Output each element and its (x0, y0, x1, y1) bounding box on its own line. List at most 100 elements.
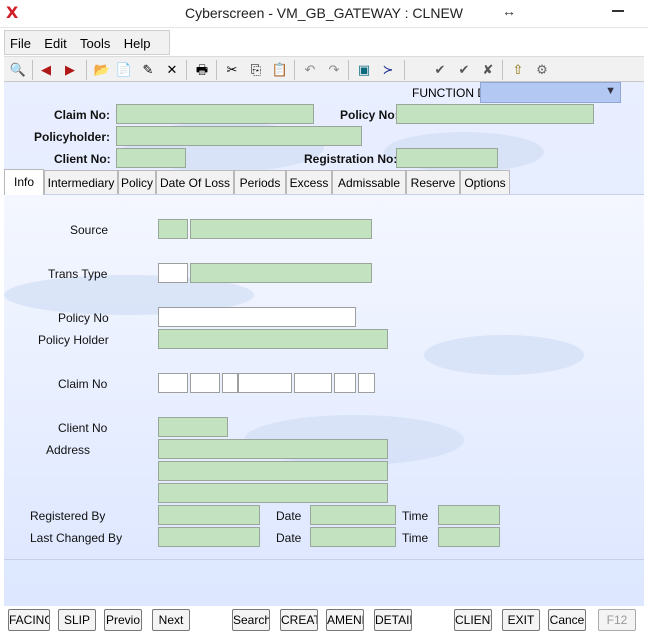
source-label: Source (70, 223, 109, 237)
client-no-field[interactable] (116, 148, 186, 168)
undo-icon[interactable]: ↶ (300, 60, 320, 80)
check-icon[interactable]: ✔ (430, 60, 450, 80)
policyholder-label: Policyholder: (34, 130, 111, 144)
detail-button[interactable]: DETAIL (374, 609, 412, 631)
claim-no-segment[interactable] (238, 373, 292, 393)
registration-no-label: Registration No: (304, 152, 398, 166)
claim-no-segment[interactable] (358, 373, 375, 393)
registered-time-field[interactable] (438, 505, 500, 525)
exit-button[interactable]: EXIT (502, 609, 540, 631)
pen-icon[interactable]: ✎ (138, 60, 158, 80)
address-line-1[interactable] (158, 439, 388, 459)
tab-date-of-loss[interactable]: Date Of Loss (156, 170, 234, 194)
background-cloud (424, 335, 584, 375)
search-button[interactable]: Search (232, 609, 270, 631)
last-changed-date-field[interactable] (310, 527, 396, 547)
policy-no-field[interactable] (396, 104, 594, 124)
registered-time-label: Time (402, 509, 429, 523)
menu-edit[interactable]: Edit (39, 31, 71, 51)
copy-icon[interactable]: ⎘ (246, 60, 266, 80)
address-line-3[interactable] (158, 483, 388, 503)
claim-no-label: Claim No (58, 377, 108, 391)
tab-options[interactable]: Options (460, 170, 510, 194)
forward-arrow-icon[interactable]: ▶ (60, 60, 80, 80)
folder-up-icon[interactable]: ⇧ (508, 60, 528, 80)
previous-button[interactable]: Previo (104, 609, 142, 631)
last-changed-time-label: Time (402, 531, 429, 545)
title-bar: X Cyberscreen - VM_GB_GATEWAY : CLNEW ↔ (0, 0, 648, 28)
policy-no-label: Policy No (58, 311, 109, 325)
tab-policy[interactable]: Policy (118, 170, 156, 194)
delete-x-icon[interactable]: ✕ (162, 60, 182, 80)
registered-date-field[interactable] (310, 505, 396, 525)
new-folder-icon[interactable]: 📂 (92, 60, 112, 80)
claim-no-segment[interactable] (222, 373, 238, 393)
client-no-label: Client No (58, 421, 108, 435)
toolbar: 🔍 ◀ ▶ 📂 📄 ✎ ✕ 🖶 ✂ ⎘ 📋 ↶ ↷ ▣ ≻ ✔ ✔ ✘ ⇧ ⚙ (4, 56, 644, 82)
source-code-field[interactable] (158, 219, 188, 239)
paste-icon[interactable]: 📋 (270, 60, 290, 80)
toolbar-separator (32, 60, 33, 80)
toolbar-separator (216, 60, 217, 80)
registration-no-field[interactable] (396, 148, 498, 168)
claim-no-segment[interactable] (190, 373, 220, 393)
cancel-check-icon[interactable]: ✘ (478, 60, 498, 80)
resize-icon[interactable]: ↔ (502, 3, 516, 19)
function-select[interactable]: ▼ (480, 82, 621, 103)
last-changed-time-field[interactable] (438, 527, 500, 547)
create-button[interactable]: CREAT (280, 609, 318, 631)
tab-info[interactable]: Info (4, 169, 44, 195)
client-no-field[interactable] (158, 417, 228, 437)
back-arrow-icon[interactable]: ◀ (36, 60, 56, 80)
client-no-label: Client No: (54, 152, 111, 166)
registered-by-field[interactable] (158, 505, 260, 525)
client-button[interactable]: CLIENT (454, 609, 492, 631)
monitor-icon[interactable]: ▣ (354, 60, 374, 80)
registered-by-label: Registered By (30, 509, 106, 523)
info-tab-panel: Source Trans Type Policy No Policy Holde… (4, 194, 644, 560)
settings-icon[interactable]: ⚙ (532, 60, 552, 80)
policy-no-input[interactable] (158, 307, 356, 327)
console-icon[interactable]: ≻ (378, 60, 398, 80)
tab-excess[interactable]: Excess (286, 170, 332, 194)
amend-button[interactable]: AMEND (326, 609, 364, 631)
window-title: Cyberscreen - VM_GB_GATEWAY : CLNEW (185, 5, 463, 21)
document-icon[interactable]: 📄 (114, 60, 134, 80)
trans-type-code-field[interactable] (158, 263, 188, 283)
tab-periods[interactable]: Periods (234, 170, 286, 194)
binoculars-icon[interactable]: 🔍 (8, 60, 28, 80)
cancel-button[interactable]: Cance (548, 609, 586, 631)
slip-button[interactable]: SLIP (58, 609, 96, 631)
toolbar-separator (186, 60, 187, 80)
check-all-icon[interactable]: ✔ (454, 60, 474, 80)
tab-intermediary[interactable]: Intermediary (44, 170, 118, 194)
button-bar: FACING SLIP Previo Next Search CREAT AME… (4, 606, 644, 634)
source-description-field[interactable] (190, 219, 372, 239)
next-button[interactable]: Next (152, 609, 190, 631)
policy-holder-field[interactable] (158, 329, 388, 349)
redo-icon[interactable]: ↷ (324, 60, 344, 80)
facing-button[interactable]: FACING (8, 609, 50, 631)
policy-holder-label: Policy Holder (38, 333, 109, 347)
last-changed-by-field[interactable] (158, 527, 260, 547)
claim-no-field[interactable] (116, 104, 314, 124)
menu-bar: File Edit Tools Help (4, 30, 170, 55)
claim-no-segment[interactable] (294, 373, 332, 393)
claim-no-segment[interactable] (334, 373, 356, 393)
tab-reserve[interactable]: Reserve (406, 170, 460, 194)
function-label: FUNCTION D (412, 86, 486, 100)
claim-no-segment[interactable] (158, 373, 188, 393)
tab-admissable[interactable]: Admissable (332, 170, 406, 194)
minimize-icon[interactable] (612, 10, 624, 12)
policyholder-field[interactable] (116, 126, 362, 146)
address-line-2[interactable] (158, 461, 388, 481)
menu-file[interactable]: File (5, 31, 36, 51)
cut-icon[interactable]: ✂ (222, 60, 242, 80)
menu-tools[interactable]: Tools (75, 31, 115, 51)
trans-type-description-field[interactable] (190, 263, 372, 283)
last-changed-date-label: Date (276, 531, 302, 545)
printer-icon[interactable]: 🖶 (192, 60, 212, 80)
menu-help[interactable]: Help (119, 31, 156, 51)
f12-button[interactable]: F12 (598, 609, 636, 631)
chevron-down-icon: ▼ (605, 85, 616, 97)
